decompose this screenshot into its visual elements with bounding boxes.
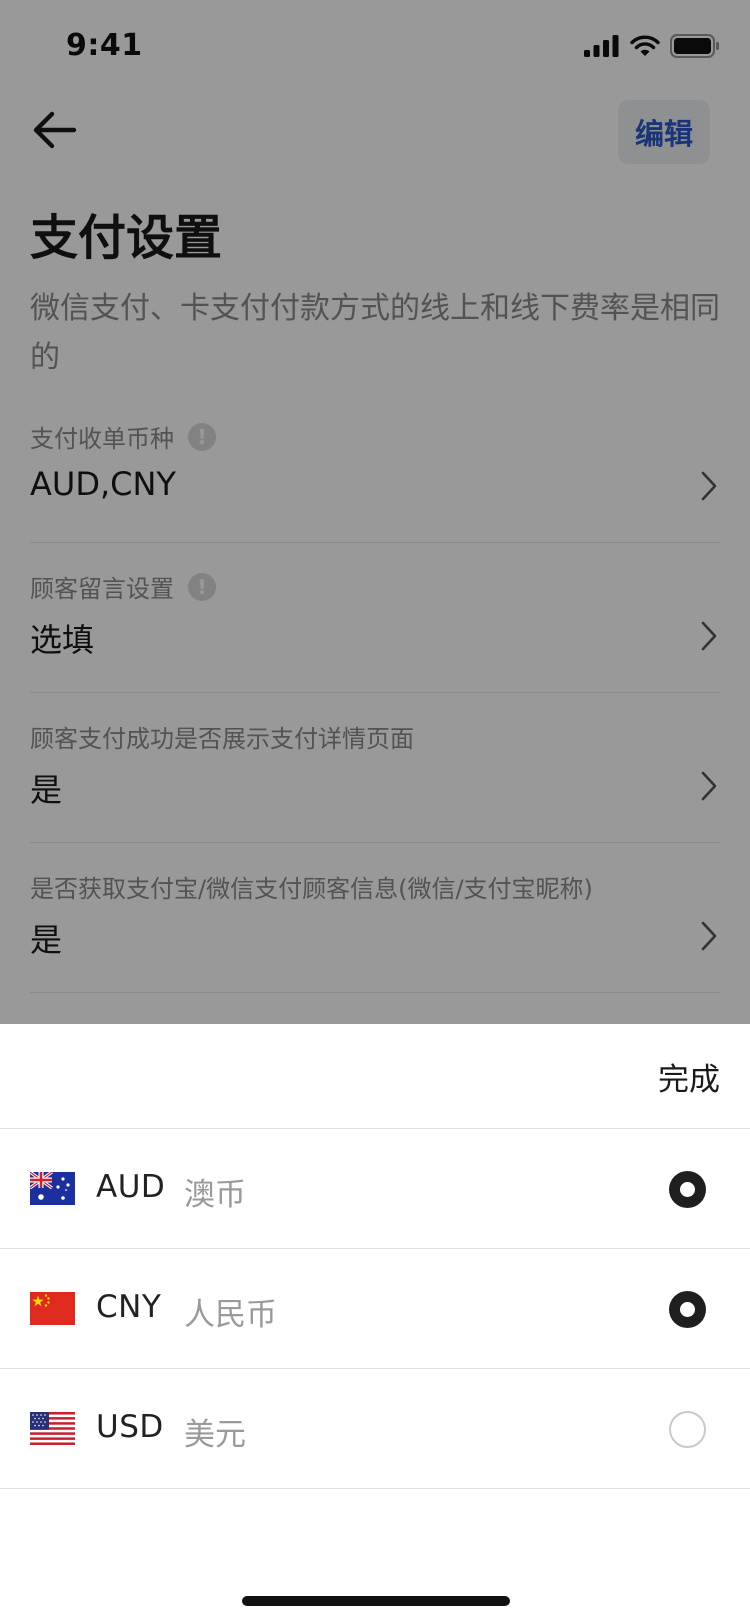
radio-selected-icon[interactable] <box>669 1171 706 1208</box>
currency-option-usd[interactable]: USD 美元 <box>0 1369 750 1489</box>
currency-option-cny[interactable]: CNY 人民币 <box>0 1249 750 1369</box>
currency-name: 美元 <box>184 1417 246 1453</box>
sheet-header: 完成 <box>0 1024 750 1129</box>
australia-flag-icon <box>30 1172 75 1205</box>
currency-option-aud[interactable]: AUD 澳币 <box>0 1129 750 1249</box>
currency-code: AUD <box>96 1169 166 1205</box>
usa-flag-icon <box>30 1412 75 1445</box>
currency-code: CNY <box>96 1289 162 1325</box>
currency-name: 人民币 <box>184 1297 277 1333</box>
china-flag-icon <box>30 1292 75 1325</box>
currency-picker-sheet: 完成 AUD 澳币 CNY 人民币 USD 美元 <box>0 1024 750 1624</box>
done-button[interactable]: 完成 <box>658 1054 720 1099</box>
currency-code: USD <box>96 1409 164 1445</box>
home-indicator[interactable] <box>242 1596 510 1606</box>
radio-unselected-icon[interactable] <box>669 1411 706 1448</box>
radio-selected-icon[interactable] <box>669 1291 706 1328</box>
currency-name: 澳币 <box>184 1177 246 1213</box>
